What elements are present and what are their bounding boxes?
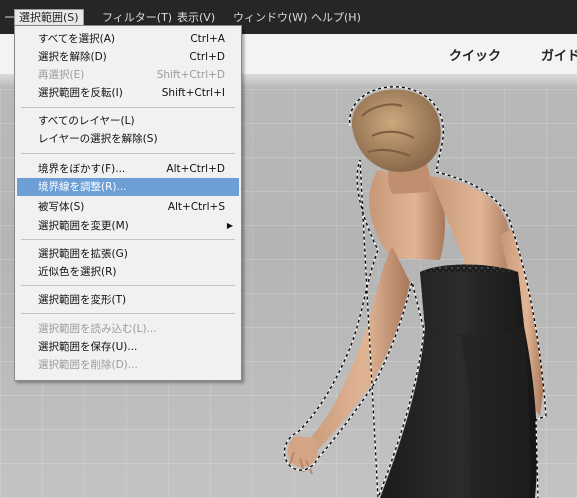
select-menu-dropdown: すべてを選択(A) Ctrl+A 選択を解除(D) Ctrl+D 再選択(E) … — [14, 25, 242, 381]
menu-item-deselect-layers[interactable]: レイヤーの選択を解除(S) — [17, 130, 239, 148]
menu-item-select-all[interactable]: すべてを選択(A) Ctrl+A — [17, 30, 239, 48]
menu-divider — [21, 313, 235, 314]
menu-item-subject[interactable]: 被写体(S) Alt+Ctrl+S — [17, 198, 239, 216]
menu-divider — [21, 285, 235, 286]
menu-item-transform[interactable]: 選択範囲を変形(T) — [17, 291, 239, 309]
menu-filter[interactable]: フィルター(T) — [98, 10, 176, 26]
tab-guide[interactable]: ガイド — [541, 45, 577, 64]
menu-item-reselect: 再選択(E) Shift+Ctrl+D — [38, 69, 225, 81]
menu-item-similar[interactable]: 近似色を選択(R) — [17, 263, 239, 281]
menu-item-invert[interactable]: 選択範囲を反転(I) Shift+Ctrl+I — [17, 84, 239, 102]
menu-item-all-layers[interactable]: すべてのレイヤー(L) — [17, 112, 239, 130]
submenu-arrow-icon: ▶ — [226, 221, 233, 230]
menu-item-feather[interactable]: 境界をぼかす(F)... Alt+Ctrl+D — [17, 160, 239, 178]
menu-view[interactable]: 表示(V) — [173, 10, 219, 26]
menu-divider — [21, 239, 235, 240]
menu-divider — [21, 107, 235, 108]
menu-item-deselect[interactable]: 選択を解除(D) Ctrl+D — [17, 48, 239, 66]
menu-divider — [21, 153, 235, 154]
menu-item-grow[interactable]: 選択範囲を拡張(G) — [17, 245, 239, 263]
menu-help[interactable]: ヘルプ(H) — [307, 10, 365, 26]
menu-item-save-selection[interactable]: 選択範囲を保存(U)... — [17, 338, 239, 356]
menu-item-delete-selection: 選択範囲を削除(D)... — [38, 359, 138, 371]
menu-item-modify[interactable]: 選択範囲を変更(M) ▶ — [17, 217, 239, 235]
menu-item-refine-edge[interactable]: 境界線を調整(R)... — [17, 178, 239, 196]
menu-window[interactable]: ウィンドウ(W) — [229, 10, 311, 26]
tab-quick[interactable]: クイック — [449, 45, 501, 64]
menu-item-load-selection: 選択範囲を読み込む(L)... — [38, 323, 157, 335]
